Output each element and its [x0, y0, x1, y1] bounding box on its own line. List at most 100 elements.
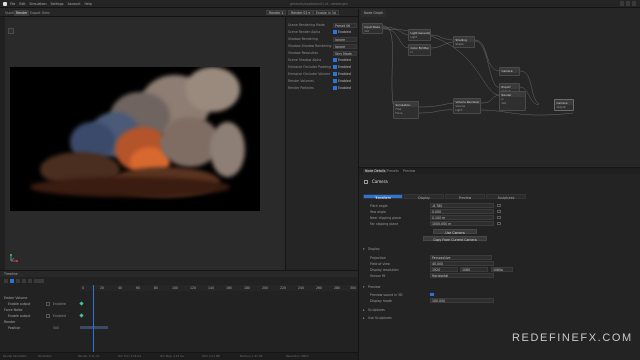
subtab-transform[interactable]: Transform: [363, 194, 403, 200]
far-clip-field[interactable]: 1000.000 m: [430, 221, 494, 226]
keyframe[interactable]: [79, 301, 84, 306]
render-preset-select[interactable]: Render 01 ▾: [288, 10, 314, 15]
camera-icon: [364, 180, 368, 184]
node-input[interactable]: Input Node Out: [362, 23, 383, 34]
tab-sims[interactable]: Sims: [40, 10, 52, 16]
axis-gizmo-icon[interactable]: [8, 254, 18, 264]
tab-presets[interactable]: Presets: [385, 169, 401, 173]
step-forward-button[interactable]: [16, 279, 20, 283]
node-simulation[interactable]: Simulation Flow Force: [393, 101, 419, 119]
maximize-button[interactable]: [626, 1, 630, 6]
sensor-fit-select[interactable]: Horizontal: [430, 273, 494, 278]
attr-row: Near clipping plane 0.100 m: [367, 215, 637, 220]
prop-row: Render Particles Enabled: [288, 86, 351, 90]
window-controls: [620, 1, 636, 6]
checkbox[interactable]: [333, 86, 337, 90]
keyframe-toggle[interactable]: [497, 203, 501, 207]
prop-value[interactable]: Ignore: [333, 36, 357, 42]
node-editor[interactable]: Node Graph Input Node Out Light Generato…: [358, 9, 640, 167]
enable-3d-toggle[interactable]: Enable in 3d: [313, 10, 339, 15]
minimize-button[interactable]: [620, 1, 624, 6]
menu-settings[interactable]: Settings: [51, 2, 64, 6]
viewport[interactable]: [5, 17, 285, 270]
prop-row: Shadow Resolution Very Mode: [287, 50, 358, 56]
play-button[interactable]: [10, 279, 14, 283]
attr-row: Display mode 100.000: [367, 298, 637, 303]
pitch-angle-field[interactable]: -6.780: [430, 203, 494, 208]
timeline-track[interactable]: Position 500: [0, 325, 358, 331]
node-shading[interactable]: Shading Shade: [453, 36, 475, 48]
keyframe-toggle[interactable]: [497, 215, 501, 219]
near-clip-field[interactable]: 0.100 m: [430, 215, 494, 220]
display-mode-field[interactable]: 100.000: [430, 298, 494, 303]
attributes-tabs: Node Details Presets Preview: [359, 168, 640, 174]
node-camera[interactable]: Camera: [499, 67, 520, 76]
node-volume-renderer[interactable]: Volume Renderer Volume Light: [453, 98, 481, 114]
menu-file[interactable]: File: [10, 2, 15, 6]
res-width-field[interactable]: 1920: [430, 267, 458, 272]
checkbox[interactable]: [333, 72, 337, 76]
prop-value[interactable]: Very Mode: [333, 50, 357, 56]
menu-items: File Edit Simulation Settings Account He…: [10, 2, 92, 6]
keyframe-toggle[interactable]: [497, 209, 501, 213]
fov-field[interactable]: 40.000: [430, 261, 494, 266]
res-height-field[interactable]: 1080: [460, 267, 488, 272]
keyframe-toggle[interactable]: [497, 221, 501, 225]
checkbox[interactable]: [46, 302, 50, 306]
menu-simulation[interactable]: Simulation: [30, 2, 47, 6]
skip-end-button[interactable]: [22, 279, 26, 283]
prop-row: Scene Rendering Mode Preset 06: [287, 22, 358, 28]
menu-bar: File Edit Simulation Settings Account He…: [0, 0, 640, 8]
close-button[interactable]: [632, 1, 636, 6]
timeline-header: Timeline: [0, 271, 358, 277]
subtab-sculptures[interactable]: Sculptures: [486, 194, 526, 200]
checkbox[interactable]: [46, 314, 50, 318]
prop-value[interactable]: Ignore: [333, 43, 357, 49]
menu-help[interactable]: Help: [84, 2, 91, 6]
attr-row: Display resolution 1920 1080 1080p: [367, 267, 637, 272]
subtab-display[interactable]: Display: [404, 194, 444, 200]
timeline-panel: Timeline 0 20 40 60 80 100 120 140 160 1…: [0, 270, 358, 360]
prop-row: Render Volumes Enabled: [288, 79, 351, 83]
playhead[interactable]: [93, 285, 94, 360]
loop-button[interactable]: [28, 279, 32, 283]
keyframe[interactable]: [79, 313, 84, 318]
tab-preview[interactable]: Preview: [401, 169, 417, 173]
viewport-menu-icon[interactable]: [8, 28, 14, 34]
tab-node-details[interactable]: Node Details: [363, 169, 388, 173]
prop-value[interactable]: Preset 06: [333, 22, 357, 28]
attr-row: Sensor fit Horizontal: [367, 273, 637, 278]
node-color-emitter[interactable]: Color Emitter In: [408, 44, 431, 56]
copy-from-camera-button[interactable]: Copy From Current Camera: [423, 236, 487, 242]
res-preset-select[interactable]: 1080p: [491, 267, 513, 272]
prop-row: Emissive Occluder Padding Enabled: [288, 65, 351, 69]
attr-row: Far clipping plane 1000.000 m: [367, 221, 637, 226]
prop-row: Shadow Shadow Rendering Ignore: [287, 43, 358, 49]
menu-edit[interactable]: Edit: [19, 2, 25, 6]
prop-row: Scene Render Alpha Enabled: [288, 30, 351, 34]
yaw-angle-field[interactable]: 0.000: [430, 209, 494, 214]
node-light-generator[interactable]: Light Generator Light: [408, 29, 431, 41]
chevron-right-icon: ▸: [363, 308, 365, 312]
subtab-preview[interactable]: Preview: [445, 194, 485, 200]
watermark: REDEFINEFX.COM: [512, 332, 633, 344]
node-render[interactable]: Render In Out: [499, 91, 526, 111]
render-select[interactable]: Render 1: [266, 10, 287, 15]
frame-field[interactable]: [34, 279, 44, 283]
prop-row: Scene Shadow Alpha Enabled: [288, 58, 351, 62]
checkbox[interactable]: [333, 79, 337, 83]
skip-start-button[interactable]: [4, 279, 8, 283]
use-camera-button[interactable]: Use Camera: [433, 229, 477, 235]
timeline-ruler[interactable]: 0 20 40 60 80 100 120 140 160 180 200 22…: [80, 285, 358, 291]
projection-select[interactable]: Perspective: [430, 255, 492, 260]
checkbox[interactable]: [333, 58, 337, 62]
preview-3d-checkbox[interactable]: [430, 292, 434, 296]
menu-account[interactable]: Account: [68, 2, 81, 6]
checkbox[interactable]: [333, 65, 337, 69]
chevron-down-icon: ▾: [363, 247, 365, 251]
attr-row: Yaw angle 0.000: [367, 209, 637, 214]
node-camera-output[interactable]: Camera Output: [554, 99, 574, 111]
checkbox[interactable]: [333, 30, 337, 34]
track-bar[interactable]: [80, 326, 108, 329]
timeline-controls: [0, 278, 358, 285]
